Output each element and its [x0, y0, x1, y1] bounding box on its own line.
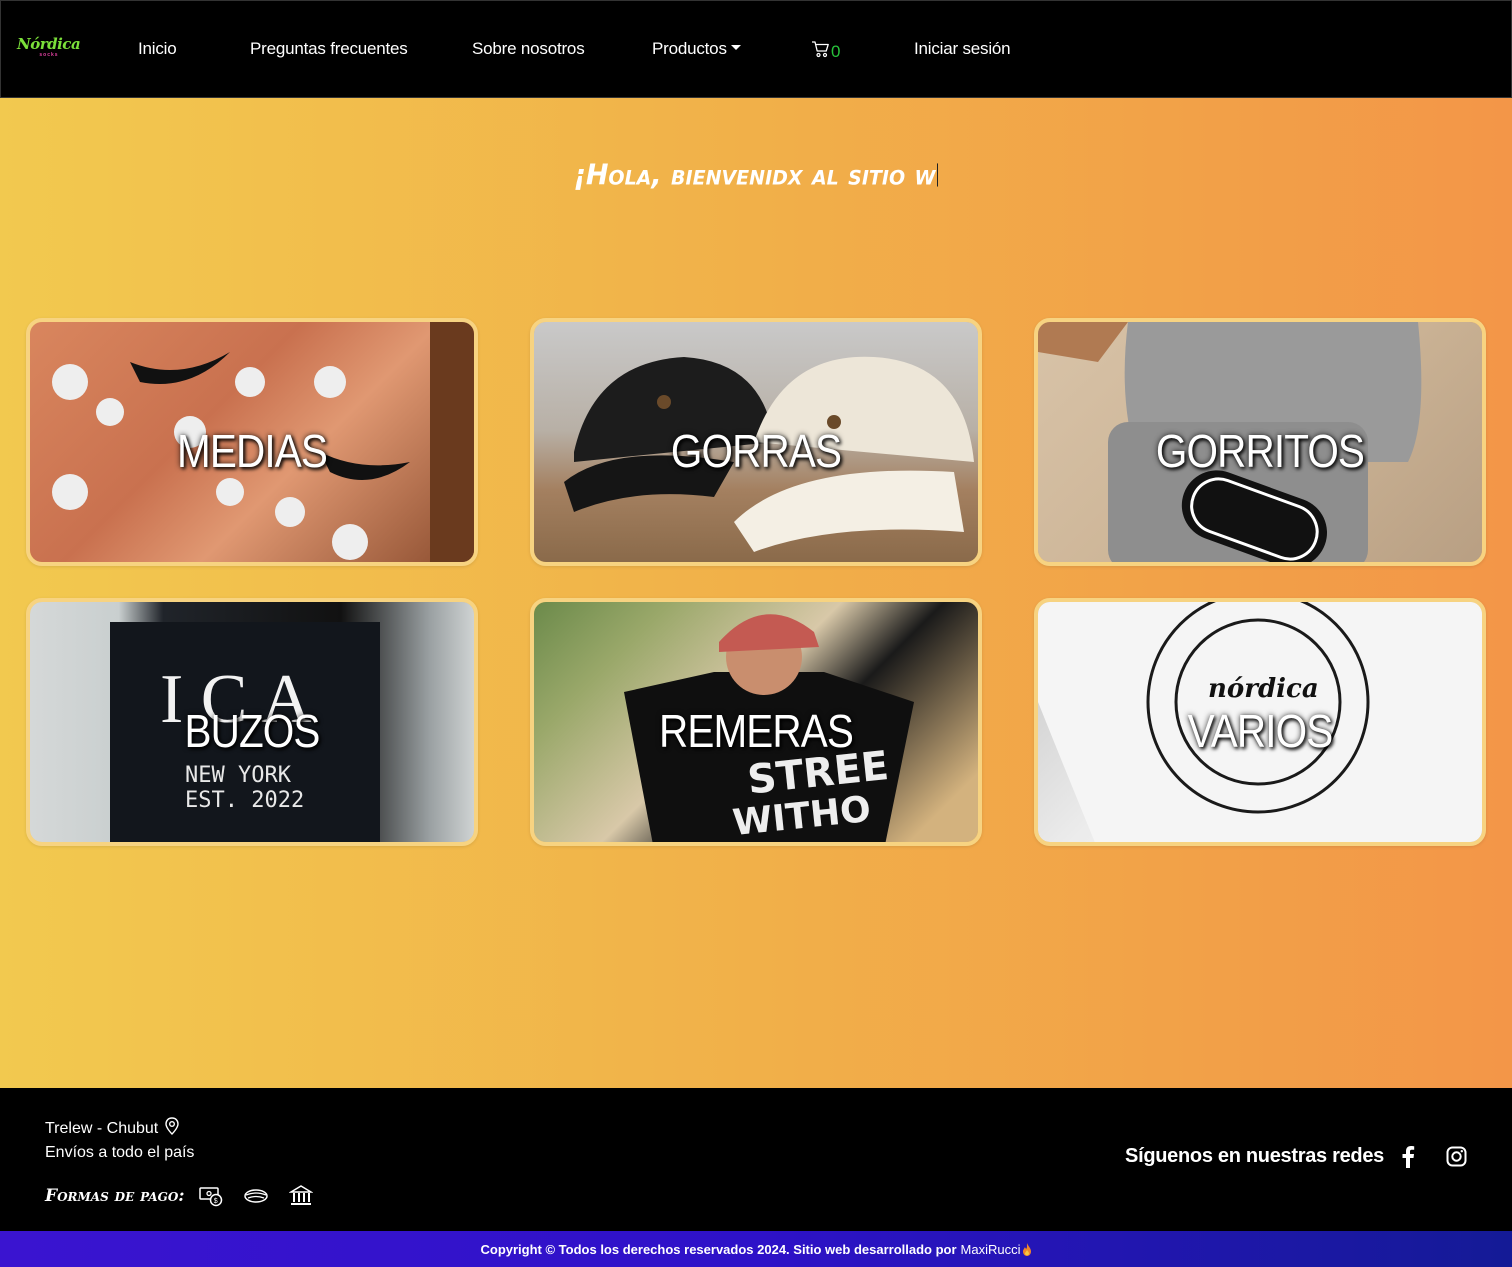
- payment-label: Formas de pago:: [45, 1186, 185, 1206]
- copyright-text: Copyright © Todos los derechos reservado…: [480, 1241, 957, 1257]
- location-text: Trelew - Chubut: [45, 1119, 159, 1137]
- welcome-text: ¡Hola, bienvenidx al sitio w: [573, 159, 936, 192]
- cash-icon: $: [198, 1185, 223, 1207]
- payment-methods: Formas de pago: $: [45, 1185, 313, 1207]
- svg-text:nórdica: nórdica: [1208, 674, 1319, 704]
- svg-text:NEW YORK: NEW YORK: [185, 763, 292, 788]
- fire-icon: [1022, 1242, 1032, 1256]
- category-label: GORRAS: [670, 425, 842, 477]
- category-label: GORRITOS: [1155, 425, 1365, 477]
- nav-faq[interactable]: Preguntas frecuentes: [250, 39, 408, 59]
- location-pin-icon: [164, 1117, 180, 1140]
- category-label: BUZOS: [184, 705, 320, 757]
- navbar: Nórdica socks Inicio Preguntas frecuente…: [0, 0, 1512, 98]
- copyright-bar: Copyright © Todos los derechos reservado…: [0, 1231, 1512, 1267]
- footer-location: Trelew - Chubut: [45, 1117, 180, 1140]
- nav-login[interactable]: Iniciar sesión: [914, 39, 1011, 59]
- category-label: REMERAS: [658, 705, 854, 757]
- nav-inicio[interactable]: Inicio: [138, 39, 177, 59]
- nav-productos-label: Productos: [652, 39, 727, 58]
- category-card-gorras[interactable]: GORRAS: [530, 318, 982, 566]
- follow-us-text: Síguenos en nuestras redes: [1125, 1145, 1384, 1167]
- category-card-gorritos[interactable]: GORRITOS: [1034, 318, 1486, 566]
- footer: Trelew - Chubut Envíos a todo el país Fo…: [0, 1088, 1512, 1231]
- caret-down-icon: [730, 45, 741, 50]
- cart-link[interactable]: 0: [811, 40, 840, 63]
- category-card-buzos[interactable]: I C A NEW YORK EST. 2022 BUZOS: [26, 598, 478, 846]
- card-icon: [243, 1187, 269, 1205]
- cart-icon: [811, 40, 830, 63]
- facebook-icon[interactable]: [1400, 1146, 1416, 1168]
- brand-name: Nórdica: [17, 35, 81, 53]
- bank-icon: [288, 1185, 313, 1207]
- brand-logo[interactable]: Nórdica socks: [17, 37, 81, 61]
- hero-section: ¡Hola, bienvenidx al sitio w MEDIAS GORR…: [0, 98, 1512, 1088]
- author-link[interactable]: MaxiRucci: [961, 1242, 1021, 1257]
- instagram-icon[interactable]: [1446, 1146, 1467, 1167]
- cart-count: 0: [831, 41, 841, 61]
- typing-cursor: [937, 163, 939, 187]
- category-card-medias[interactable]: MEDIAS: [26, 318, 478, 566]
- nav-productos-dropdown[interactable]: Productos: [652, 39, 741, 59]
- category-label: MEDIAS: [177, 425, 328, 477]
- nav-about[interactable]: Sobre nosotros: [472, 39, 585, 59]
- category-card-varios[interactable]: nórdica VARIOS: [1034, 598, 1486, 846]
- svg-text:$: $: [213, 1198, 217, 1205]
- category-label: VARIOS: [1187, 705, 1334, 757]
- svg-text:EST. 2022: EST. 2022: [185, 788, 304, 813]
- welcome-heading: ¡Hola, bienvenidx al sitio w: [0, 159, 1512, 192]
- shipping-text: Envíos a todo el país: [45, 1144, 195, 1161]
- category-card-remeras[interactable]: STREE WITHO REMERAS: [530, 598, 982, 846]
